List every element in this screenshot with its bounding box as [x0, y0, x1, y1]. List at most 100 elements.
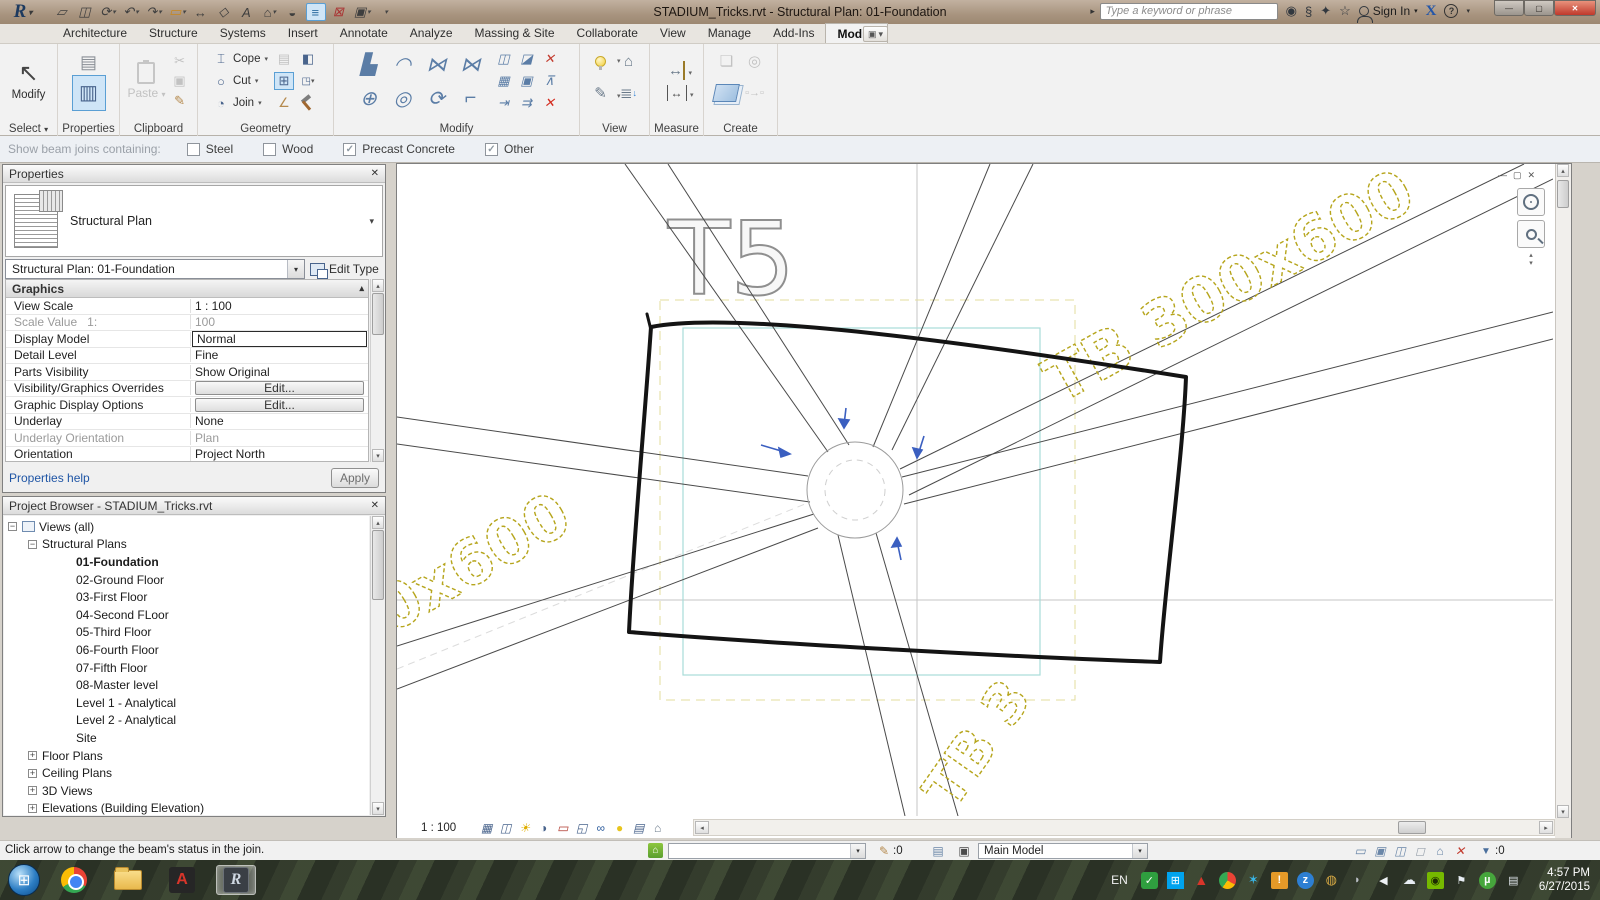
modify-tool-icon[interactable]: ⇉ [516, 93, 538, 114]
tree-item[interactable]: 04-Second FLoor [4, 606, 369, 624]
paste-button[interactable]: Paste ▾ [127, 62, 165, 100]
ribbon-tab[interactable]: View [649, 23, 697, 43]
checkbox-box[interactable]: ✓ [343, 143, 356, 156]
qat-button[interactable]: ◫ [75, 3, 95, 21]
modify-tool-icon[interactable]: ⇥ [493, 93, 515, 114]
browser-title-bar[interactable]: Project Browser - STADIUM_Tricks.rvt ✕ [3, 497, 385, 515]
tray-icon[interactable]: z [1297, 872, 1314, 889]
modify-tool-icon[interactable]: ✕ [539, 93, 561, 114]
chevron-down-icon[interactable]: ▾ [369, 216, 374, 227]
qat-button[interactable]: ◇ [214, 3, 234, 21]
tree-item[interactable]: 03-First Floor [4, 588, 369, 606]
hide-elements-icon[interactable]: ⌂ [616, 53, 642, 70]
modify-tool-icon[interactable]: ✕ [539, 49, 561, 70]
reveal-hidden-icon[interactable]: ▾ [588, 56, 614, 67]
section-graphics[interactable]: Graphics ▴ [6, 280, 368, 298]
close-icon[interactable]: ✕ [371, 168, 379, 179]
modify-tool-icon[interactable]: ▦ [493, 71, 515, 92]
help-icon[interactable]: ? [1444, 4, 1458, 18]
canvas-vscrollbar[interactable]: ▴ ▾ [1555, 164, 1571, 818]
taskbar-clock[interactable]: 4:57 PM 6/27/2015 [1539, 866, 1590, 894]
selection-toggle-icon[interactable]: ◫ [1392, 843, 1408, 859]
taskbar-explorer[interactable] [108, 865, 148, 895]
scroll-right-icon[interactable]: ▸ [1539, 821, 1553, 834]
tree-item[interactable]: 05-Third Floor [4, 624, 369, 642]
tray-icon[interactable]: ▲ [1193, 872, 1210, 889]
tray-icon[interactable]: ! [1271, 872, 1288, 889]
panel-label-select[interactable]: Select ▾ [0, 123, 57, 135]
tree-item[interactable]: 01-Foundation [4, 553, 369, 571]
design-options-icon[interactable]: ▣ [956, 843, 972, 859]
drawing-area[interactable]: T5 [396, 163, 1572, 838]
view-restore-icon[interactable]: ▢ [1513, 170, 1522, 181]
application-menu-button[interactable]: R ▾ [0, 0, 46, 24]
tray-icon[interactable]: ▤ [1505, 872, 1522, 889]
qat-button[interactable]: A [237, 3, 257, 21]
split-face-icon[interactable]: ◳▾ [298, 72, 318, 90]
panel-label-clipboard[interactable]: Clipboard [120, 123, 197, 135]
tree-expander[interactable]: + [28, 786, 37, 795]
tray-icon[interactable]: µ [1479, 872, 1496, 889]
tree-expander[interactable]: + [28, 769, 37, 778]
panel-label-properties[interactable]: Properties [58, 123, 119, 135]
create-assembly-icon[interactable]: ▫→▫ [742, 87, 768, 99]
tree-item[interactable]: 06-Fourth Floor [4, 641, 369, 659]
view-scale-button[interactable]: 1 : 100 [421, 822, 456, 834]
ribbon-tab[interactable]: Annotate [329, 23, 399, 43]
view-control-icon[interactable]: ☀ [516, 820, 533, 837]
tree-item[interactable]: − Structural Plans [4, 536, 369, 554]
selection-toggle-icon[interactable]: ▭ [1352, 843, 1368, 859]
tree-item[interactable]: 02-Ground Floor [4, 571, 369, 589]
selection-toggle-icon[interactable]: ◻ [1412, 843, 1428, 859]
sign-in-button[interactable]: Sign In ▾ [1359, 4, 1418, 18]
checkbox[interactable]: Steel [187, 142, 233, 156]
checkbox-box[interactable] [187, 143, 200, 156]
search-input[interactable] [1100, 3, 1278, 20]
steering-wheel-icon[interactable] [1517, 188, 1545, 216]
ribbon-tab[interactable]: Massing & Site [464, 23, 566, 43]
modify-tool-icon[interactable]: ⋈ [421, 48, 453, 80]
join-button[interactable]: ◔ Join▾ [213, 93, 268, 114]
apply-button[interactable]: Apply [331, 468, 379, 488]
modify-tool-icon[interactable]: ▣ [516, 71, 538, 92]
qat-button[interactable]: ↔ [191, 3, 211, 21]
create-parts-icon[interactable] [712, 84, 740, 102]
beam-column-joins-icon[interactable]: ⊞ [274, 72, 294, 90]
tray-icon[interactable] [1219, 872, 1236, 889]
modify-tool-icon[interactable]: ◠ [387, 48, 419, 80]
type-selector[interactable]: Structural Plan ▾ [5, 185, 383, 257]
tree-item[interactable]: Site [4, 729, 369, 747]
scrollbar-thumb[interactable] [1398, 821, 1426, 834]
tree-item[interactable]: + Elevations (Building Elevation) [4, 800, 369, 816]
tree-item[interactable]: 07-Fifth Floor [4, 659, 369, 677]
scroll-up-icon[interactable]: ▴ [1557, 164, 1569, 177]
tree-expander[interactable]: + [28, 751, 37, 760]
search-go-icon[interactable]: ▸ [1086, 2, 1100, 20]
aligned-dimension-icon[interactable]: ↔▾ [667, 85, 687, 101]
property-value[interactable]: Show Original [191, 364, 368, 380]
tray-icon[interactable]: ◀ [1375, 872, 1392, 889]
view-minimize-icon[interactable]: — [1498, 170, 1507, 181]
property-value[interactable]: None [191, 414, 368, 430]
checkbox[interactable]: ✓ Precast Concrete [343, 142, 455, 156]
favorites-star-icon[interactable]: ☆ [1339, 3, 1351, 19]
canvas-hscrollbar[interactable]: ◂ ▸ [693, 819, 1555, 836]
drawing-canvas[interactable]: T5 [397, 164, 1553, 816]
scope-box-inner[interactable] [683, 328, 1040, 675]
view-control-icon[interactable]: ▭ [554, 820, 571, 837]
communication-center-icon[interactable]: ✦ [1320, 3, 1331, 19]
start-button[interactable]: ⊞ [8, 864, 40, 896]
view-control-icon[interactable]: ⌂ [649, 820, 666, 837]
tree-item[interactable]: Level 1 - Analytical [4, 694, 369, 712]
panel-label-create[interactable]: Create [704, 123, 777, 135]
tray-icon[interactable]: ☁ [1401, 872, 1418, 889]
create-group-icon[interactable]: ❏ [714, 52, 740, 70]
ribbon-tab[interactable]: Collaborate [566, 23, 649, 43]
tree-item[interactable]: 08-Master level [4, 676, 369, 694]
checkbox-box[interactable] [263, 143, 276, 156]
language-indicator[interactable]: EN [1111, 873, 1128, 887]
view-control-icon[interactable]: ▤ [630, 820, 647, 837]
property-value[interactable]: Plan [191, 430, 368, 446]
tray-icon[interactable]: ◗ [1349, 872, 1366, 889]
type-properties-icon[interactable]: ▤ [80, 52, 97, 73]
